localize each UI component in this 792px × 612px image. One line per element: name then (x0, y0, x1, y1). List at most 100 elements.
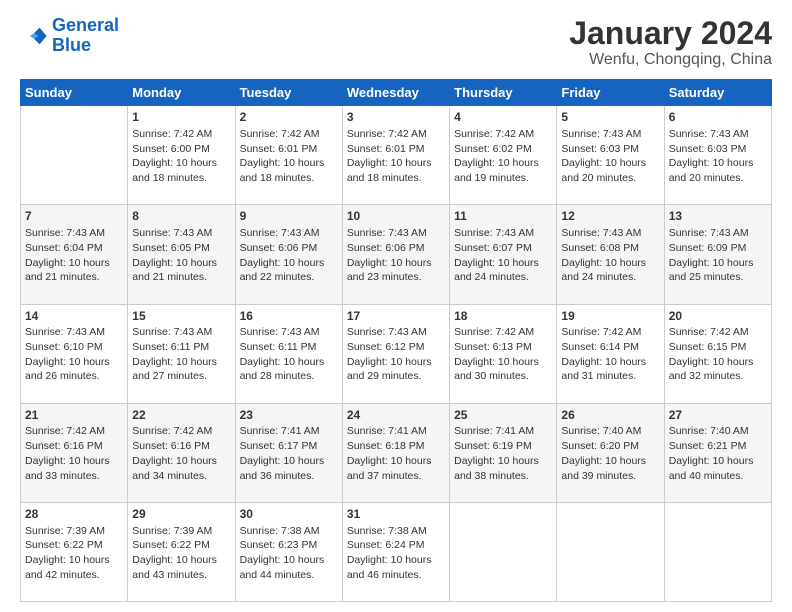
day-number: 17 (347, 308, 445, 325)
col-tuesday: Tuesday (235, 80, 342, 106)
calendar-cell: 11 Sunrise: 7:43 AM Sunset: 6:07 PM Dayl… (450, 205, 557, 304)
calendar-cell: 23 Sunrise: 7:41 AM Sunset: 6:17 PM Dayl… (235, 403, 342, 502)
daylight-text: Daylight: 10 hours and 22 minutes. (240, 256, 338, 285)
calendar-cell: 6 Sunrise: 7:43 AM Sunset: 6:03 PM Dayli… (664, 106, 771, 205)
sunrise-text: Sunrise: 7:43 AM (347, 226, 445, 241)
logo-text: General Blue (52, 16, 119, 56)
page: General Blue January 2024 Wenfu, Chongqi… (0, 0, 792, 612)
calendar-cell: 4 Sunrise: 7:42 AM Sunset: 6:02 PM Dayli… (450, 106, 557, 205)
daylight-text: Daylight: 10 hours and 40 minutes. (669, 454, 767, 483)
sunrise-text: Sunrise: 7:42 AM (454, 127, 552, 142)
sunrise-text: Sunrise: 7:42 AM (240, 127, 338, 142)
calendar-cell: 21 Sunrise: 7:42 AM Sunset: 6:16 PM Dayl… (21, 403, 128, 502)
sunset-text: Sunset: 6:17 PM (240, 439, 338, 454)
daylight-text: Daylight: 10 hours and 46 minutes. (347, 553, 445, 582)
sunrise-text: Sunrise: 7:43 AM (347, 325, 445, 340)
sunset-text: Sunset: 6:15 PM (669, 340, 767, 355)
day-number: 2 (240, 109, 338, 126)
sunrise-text: Sunrise: 7:41 AM (347, 424, 445, 439)
sunrise-text: Sunrise: 7:39 AM (132, 524, 230, 539)
sunrise-text: Sunrise: 7:40 AM (669, 424, 767, 439)
sunrise-text: Sunrise: 7:43 AM (25, 325, 123, 340)
col-monday: Monday (128, 80, 235, 106)
calendar-cell: 29 Sunrise: 7:39 AM Sunset: 6:22 PM Dayl… (128, 502, 235, 601)
sunset-text: Sunset: 6:18 PM (347, 439, 445, 454)
sunrise-text: Sunrise: 7:42 AM (132, 424, 230, 439)
header: General Blue January 2024 Wenfu, Chongqi… (20, 16, 772, 69)
day-number: 22 (132, 407, 230, 424)
calendar-cell: 15 Sunrise: 7:43 AM Sunset: 6:11 PM Dayl… (128, 304, 235, 403)
calendar-cell: 20 Sunrise: 7:42 AM Sunset: 6:15 PM Dayl… (664, 304, 771, 403)
day-number: 31 (347, 506, 445, 523)
calendar-cell: 19 Sunrise: 7:42 AM Sunset: 6:14 PM Dayl… (557, 304, 664, 403)
calendar-cell: 13 Sunrise: 7:43 AM Sunset: 6:09 PM Dayl… (664, 205, 771, 304)
day-number: 26 (561, 407, 659, 424)
day-number: 4 (454, 109, 552, 126)
daylight-text: Daylight: 10 hours and 20 minutes. (669, 156, 767, 185)
calendar-week-row: 21 Sunrise: 7:42 AM Sunset: 6:16 PM Dayl… (21, 403, 772, 502)
calendar-body: 1 Sunrise: 7:42 AM Sunset: 6:00 PM Dayli… (21, 106, 772, 602)
sunset-text: Sunset: 6:08 PM (561, 241, 659, 256)
daylight-text: Daylight: 10 hours and 25 minutes. (669, 256, 767, 285)
logo-blue: Blue (52, 35, 91, 55)
sunset-text: Sunset: 6:04 PM (25, 241, 123, 256)
day-number: 23 (240, 407, 338, 424)
calendar-cell: 12 Sunrise: 7:43 AM Sunset: 6:08 PM Dayl… (557, 205, 664, 304)
calendar-cell (664, 502, 771, 601)
daylight-text: Daylight: 10 hours and 21 minutes. (132, 256, 230, 285)
day-number: 1 (132, 109, 230, 126)
sunset-text: Sunset: 6:22 PM (25, 538, 123, 553)
calendar-cell: 24 Sunrise: 7:41 AM Sunset: 6:18 PM Dayl… (342, 403, 449, 502)
sunrise-text: Sunrise: 7:43 AM (132, 226, 230, 241)
daylight-text: Daylight: 10 hours and 39 minutes. (561, 454, 659, 483)
calendar-cell: 17 Sunrise: 7:43 AM Sunset: 6:12 PM Dayl… (342, 304, 449, 403)
sunrise-text: Sunrise: 7:43 AM (240, 325, 338, 340)
calendar-cell: 2 Sunrise: 7:42 AM Sunset: 6:01 PM Dayli… (235, 106, 342, 205)
col-saturday: Saturday (664, 80, 771, 106)
calendar-cell: 1 Sunrise: 7:42 AM Sunset: 6:00 PM Dayli… (128, 106, 235, 205)
logo-general: General (52, 15, 119, 35)
weekday-header-row: Sunday Monday Tuesday Wednesday Thursday… (21, 80, 772, 106)
sunrise-text: Sunrise: 7:39 AM (25, 524, 123, 539)
sunset-text: Sunset: 6:13 PM (454, 340, 552, 355)
calendar-cell (21, 106, 128, 205)
sunset-text: Sunset: 6:06 PM (240, 241, 338, 256)
calendar-table: Sunday Monday Tuesday Wednesday Thursday… (20, 79, 772, 602)
day-number: 20 (669, 308, 767, 325)
sunrise-text: Sunrise: 7:43 AM (669, 226, 767, 241)
sunrise-text: Sunrise: 7:43 AM (240, 226, 338, 241)
sunrise-text: Sunrise: 7:38 AM (347, 524, 445, 539)
daylight-text: Daylight: 10 hours and 21 minutes. (25, 256, 123, 285)
calendar-cell: 3 Sunrise: 7:42 AM Sunset: 6:01 PM Dayli… (342, 106, 449, 205)
logo-icon (20, 22, 48, 50)
calendar-cell: 22 Sunrise: 7:42 AM Sunset: 6:16 PM Dayl… (128, 403, 235, 502)
sunset-text: Sunset: 6:12 PM (347, 340, 445, 355)
day-number: 15 (132, 308, 230, 325)
col-thursday: Thursday (450, 80, 557, 106)
calendar-cell (557, 502, 664, 601)
sunset-text: Sunset: 6:10 PM (25, 340, 123, 355)
day-number: 28 (25, 506, 123, 523)
sunset-text: Sunset: 6:14 PM (561, 340, 659, 355)
sunset-text: Sunset: 6:19 PM (454, 439, 552, 454)
sunset-text: Sunset: 6:11 PM (240, 340, 338, 355)
day-number: 14 (25, 308, 123, 325)
sunrise-text: Sunrise: 7:43 AM (669, 127, 767, 142)
sunset-text: Sunset: 6:16 PM (132, 439, 230, 454)
sunrise-text: Sunrise: 7:43 AM (561, 226, 659, 241)
sunset-text: Sunset: 6:01 PM (240, 142, 338, 157)
calendar-cell: 9 Sunrise: 7:43 AM Sunset: 6:06 PM Dayli… (235, 205, 342, 304)
calendar-cell: 8 Sunrise: 7:43 AM Sunset: 6:05 PM Dayli… (128, 205, 235, 304)
logo: General Blue (20, 16, 119, 56)
daylight-text: Daylight: 10 hours and 18 minutes. (347, 156, 445, 185)
daylight-text: Daylight: 10 hours and 42 minutes. (25, 553, 123, 582)
daylight-text: Daylight: 10 hours and 38 minutes. (454, 454, 552, 483)
sunset-text: Sunset: 6:03 PM (669, 142, 767, 157)
daylight-text: Daylight: 10 hours and 20 minutes. (561, 156, 659, 185)
calendar-cell: 18 Sunrise: 7:42 AM Sunset: 6:13 PM Dayl… (450, 304, 557, 403)
sunrise-text: Sunrise: 7:42 AM (25, 424, 123, 439)
sunset-text: Sunset: 6:06 PM (347, 241, 445, 256)
sunrise-text: Sunrise: 7:43 AM (561, 127, 659, 142)
sunrise-text: Sunrise: 7:38 AM (240, 524, 338, 539)
sunrise-text: Sunrise: 7:41 AM (240, 424, 338, 439)
